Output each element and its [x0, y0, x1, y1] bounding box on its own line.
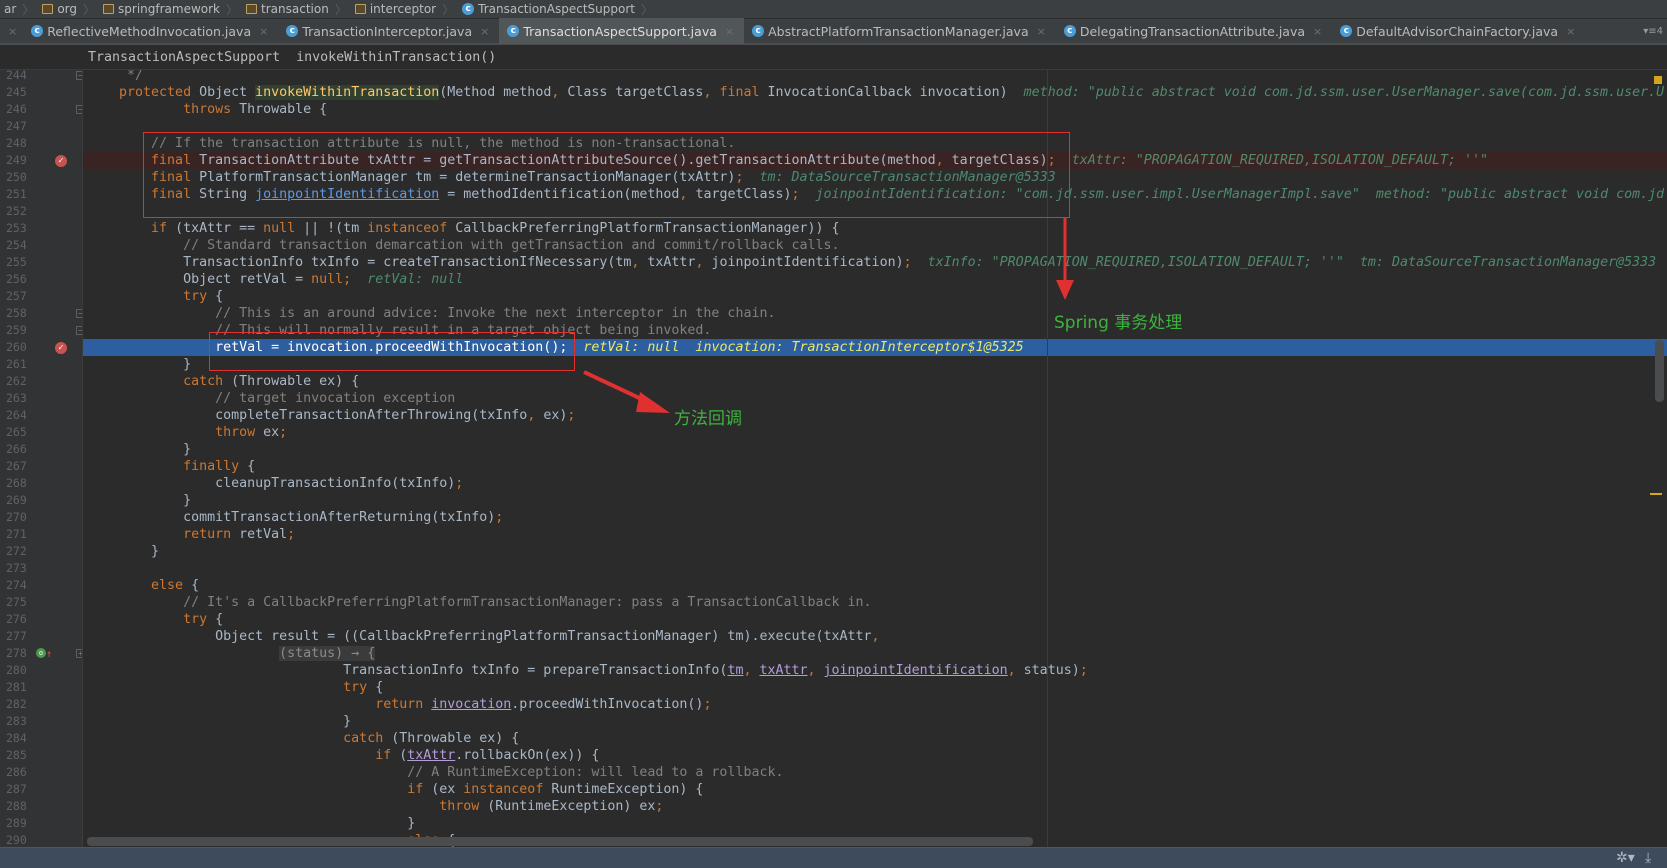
annotation-arrows [583, 218, 1074, 413]
arrow-diagonal-head [636, 392, 670, 413]
arrow-down-head [1056, 280, 1074, 300]
gear-icon[interactable]: ✲▾ [1616, 850, 1635, 866]
status-bar: ✲▾ ⤓ [0, 847, 1667, 868]
download-icon[interactable]: ⤓ [1645, 850, 1651, 866]
annotation-spring-transaction: Spring 事务处理 [1054, 313, 1183, 333]
annotation-method-callback: 方法回调 [674, 409, 742, 429]
